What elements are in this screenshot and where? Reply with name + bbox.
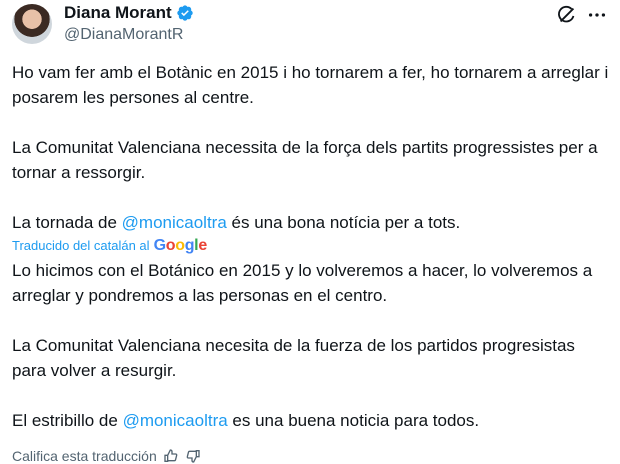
translation-attribution: Traducido del catalán al Google <box>12 237 612 255</box>
thumbs-up-icon[interactable] <box>163 448 179 464</box>
translated-paragraph-1: Lo hicimos con el Botánico en 2015 y lo … <box>12 261 593 305</box>
more-icon[interactable] <box>586 4 608 26</box>
thumbs-down-icon[interactable] <box>185 448 201 464</box>
original-text: La tornada de <box>12 213 122 232</box>
author-name-row: Diana Morant <box>64 2 194 24</box>
original-paragraph-1: Ho vam fer amb el Botànic en 2015 i ho t… <box>12 63 609 107</box>
author-handle[interactable]: @DianaMorantR <box>64 25 183 45</box>
verified-badge-icon <box>177 5 193 21</box>
translated-text: es una buena noticia para todos. <box>227 411 480 430</box>
grok-icon[interactable] <box>556 4 578 26</box>
translated-paragraph-2: La Comunitat Valenciana necesita de la f… <box>12 336 575 380</box>
google-logo: Google <box>153 237 208 254</box>
tweet-header: Diana Morant @DianaMorantR <box>12 2 608 46</box>
rate-translation: Califica esta traducción <box>12 448 201 464</box>
original-paragraph-3: La tornada de @monicaoltra és una bona n… <box>12 210 612 235</box>
original-paragraph-2: La Comunitat Valenciana necessita de la … <box>12 138 598 182</box>
translation-label: Traducido del catalán al <box>12 238 150 253</box>
author-name[interactable]: Diana Morant <box>64 2 172 24</box>
tweet-body: Ho vam fer amb el Botànic en 2015 i ho t… <box>12 60 612 433</box>
mention-link[interactable]: @monicaoltra <box>122 213 227 232</box>
translated-text: El estribillo de <box>12 411 123 430</box>
translated-paragraph-3: El estribillo de @monicaoltra es una bue… <box>12 408 612 433</box>
original-text: és una bona notícia per a tots. <box>226 213 461 232</box>
mention-link[interactable]: @monicaoltra <box>123 411 228 430</box>
avatar[interactable] <box>12 4 52 44</box>
rate-translation-label: Califica esta traducción <box>12 448 157 464</box>
